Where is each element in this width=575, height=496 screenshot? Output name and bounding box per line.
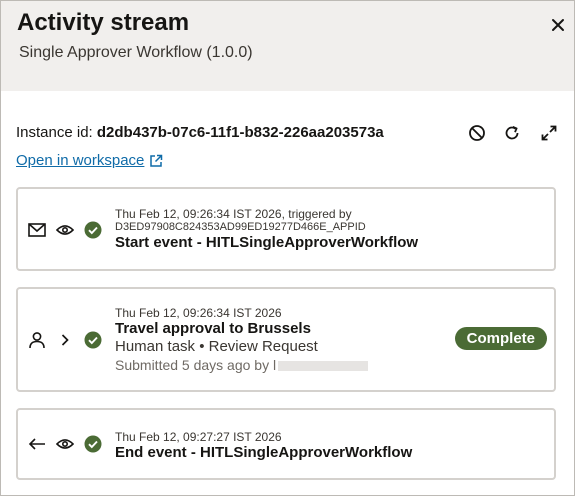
success-check-icon <box>83 434 103 454</box>
external-link-icon <box>150 154 163 167</box>
task-type: Human task • Review Request <box>115 338 318 355</box>
event-title: Start event - HITLSingleApproverWorkflow <box>115 234 419 251</box>
event-card-body: Thu Feb 12, 09:27:27 IST 2026 End event … <box>115 430 412 462</box>
submitted-by: Submitted 5 days ago by l <box>115 356 369 374</box>
panel-title: Activity stream <box>17 9 190 36</box>
open-in-workspace-link[interactable]: Open in workspace <box>16 152 163 169</box>
success-check-icon <box>83 220 103 240</box>
event-card-icons <box>27 434 103 454</box>
event-timestamp: Thu Feb 12, 09:27:27 IST 2026 <box>115 430 282 444</box>
event-card-human-task[interactable]: Thu Feb 12, 09:26:34 IST 2026 Travel app… <box>16 287 556 392</box>
instance-id-label: Instance id: <box>16 124 93 141</box>
event-title: End event - HITLSingleApproverWorkflow <box>115 444 413 461</box>
workflow-name: Single Approver Workflow (1.0.0) <box>19 44 253 61</box>
activity-stream-panel: Activity stream Single Approver Workflow… <box>0 0 575 496</box>
expand-icon <box>541 125 557 141</box>
instance-id-value: d2db437b-07c6-11f1-b832-226aa203573a <box>96 124 384 141</box>
instance-id-row: Instance id: d2db437b-07c6-11f1-b832-226… <box>16 124 384 141</box>
view-button[interactable] <box>55 434 75 454</box>
mail-icon <box>27 220 47 240</box>
expand-button[interactable] <box>538 122 560 144</box>
open-in-workspace-label: Open in workspace <box>16 152 145 169</box>
event-title: Travel approval to Brussels <box>115 320 311 337</box>
event-card-body: Thu Feb 12, 09:26:34 IST 2026 Travel app… <box>115 306 369 374</box>
submitted-text: Submitted 5 days ago by l <box>115 357 277 373</box>
eye-icon <box>56 439 74 449</box>
redacted-name <box>278 361 369 372</box>
expand-details-button[interactable] <box>55 330 75 350</box>
arrow-left-icon <box>27 434 47 454</box>
refresh-button[interactable] <box>501 122 523 144</box>
event-timestamp: Thu Feb 12, 09:26:34 IST 2026, triggered… <box>115 207 352 221</box>
event-trigger-id: D3ED97908C824353AD99ED19277D466E_APPID <box>115 221 366 233</box>
event-card-start[interactable]: Thu Feb 12, 09:26:34 IST 2026, triggered… <box>16 187 556 271</box>
cancel-icon <box>469 125 485 141</box>
event-timestamp: Thu Feb 12, 09:26:34 IST 2026 <box>115 306 282 320</box>
close-button[interactable] <box>547 14 569 36</box>
eye-icon <box>56 225 74 235</box>
cancel-button[interactable] <box>466 122 488 144</box>
panel-header: Activity stream Single Approver Workflow… <box>1 1 574 91</box>
chevron-right-icon <box>61 334 69 346</box>
event-card-icons <box>27 330 103 350</box>
event-card-icons <box>27 220 103 240</box>
close-icon <box>552 19 564 31</box>
event-card-end[interactable]: Thu Feb 12, 09:27:27 IST 2026 End event … <box>16 408 556 480</box>
view-button[interactable] <box>55 220 75 240</box>
status-badge: Complete <box>454 327 547 350</box>
user-icon <box>27 330 47 350</box>
refresh-icon <box>505 125 519 140</box>
success-check-icon <box>83 330 103 350</box>
event-card-body: Thu Feb 12, 09:26:34 IST 2026, triggered… <box>115 207 418 252</box>
